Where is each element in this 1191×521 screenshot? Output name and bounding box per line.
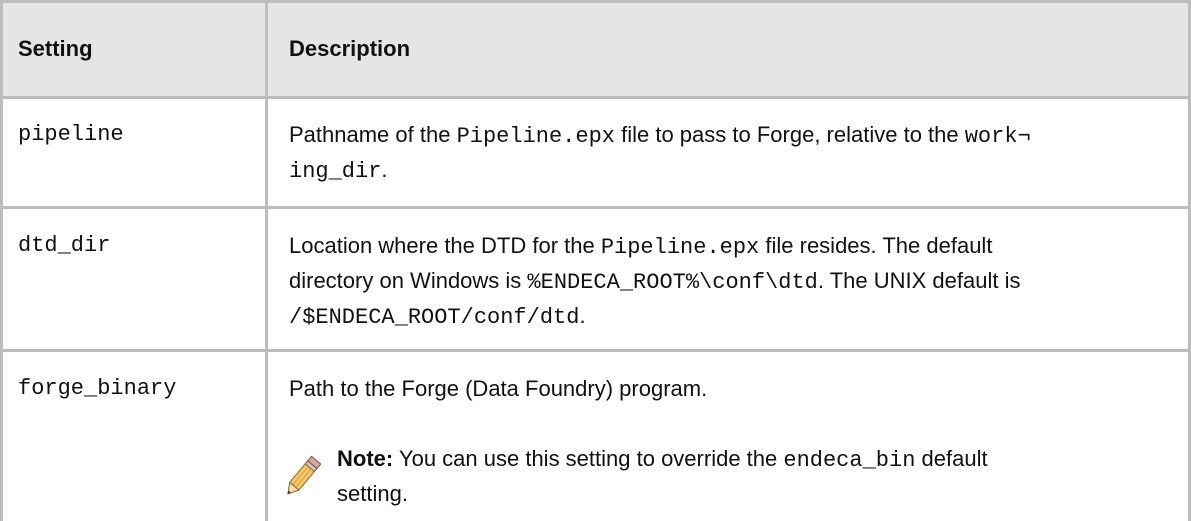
description-pipeline: Pathname of the Pipeline.epx file to pas… xyxy=(289,118,1169,188)
note-callout: Note: You can use this setting to overri… xyxy=(337,442,1167,510)
code-text: endeca_bin xyxy=(783,448,916,473)
code-text: Pipeline.epx xyxy=(456,124,615,149)
setting-pipeline: pipeline xyxy=(18,122,124,147)
desc-text: file to pass to Forge, relative to the xyxy=(615,122,965,147)
column-divider xyxy=(265,0,268,521)
desc-text: Pathname of the xyxy=(289,122,457,147)
header-setting: Setting xyxy=(18,36,93,61)
code-text: work¬ xyxy=(964,124,1031,149)
table-header xyxy=(0,0,1191,98)
setting-dtd-dir: dtd_dir xyxy=(18,233,111,258)
row-divider xyxy=(0,96,1191,99)
note-label: Note: xyxy=(337,446,394,471)
code-text: Pipeline.epx xyxy=(600,235,760,260)
header-description: Description xyxy=(289,36,411,61)
table-border-left xyxy=(0,0,3,521)
code-text: /$ENDECA_ROOT/conf/dtd xyxy=(289,305,580,330)
desc-text: . xyxy=(579,303,586,328)
table-border-top xyxy=(0,0,1191,3)
note-text: default xyxy=(915,446,988,471)
description-forge-binary: Path to the Forge (Data Foundry) program… xyxy=(289,372,1169,405)
pencil-icon xyxy=(287,455,322,495)
desc-text: Location where the DTD for the xyxy=(289,233,601,258)
desc-text: Path to the Forge (Data Foundry) program… xyxy=(289,376,708,401)
setting-forge-binary: forge_binary xyxy=(18,376,177,401)
desc-text: directory on Windows is xyxy=(289,268,528,293)
desc-text: . The UNIX default is xyxy=(817,268,1021,293)
row-divider xyxy=(0,349,1191,352)
row-divider xyxy=(0,206,1191,209)
settings-table: Setting Description pipeline Pathname of… xyxy=(0,0,1191,521)
desc-text: file resides. The default xyxy=(759,233,993,258)
description-dtd-dir: Location where the DTD for the Pipeline.… xyxy=(289,229,1169,334)
note-text: setting. xyxy=(337,481,408,506)
note-text: You can use this setting to override the xyxy=(393,446,784,471)
code-text: %ENDECA_ROOT%\conf\dtd xyxy=(527,270,818,295)
code-text: ing_dir xyxy=(289,159,382,184)
desc-text: . xyxy=(381,157,388,182)
